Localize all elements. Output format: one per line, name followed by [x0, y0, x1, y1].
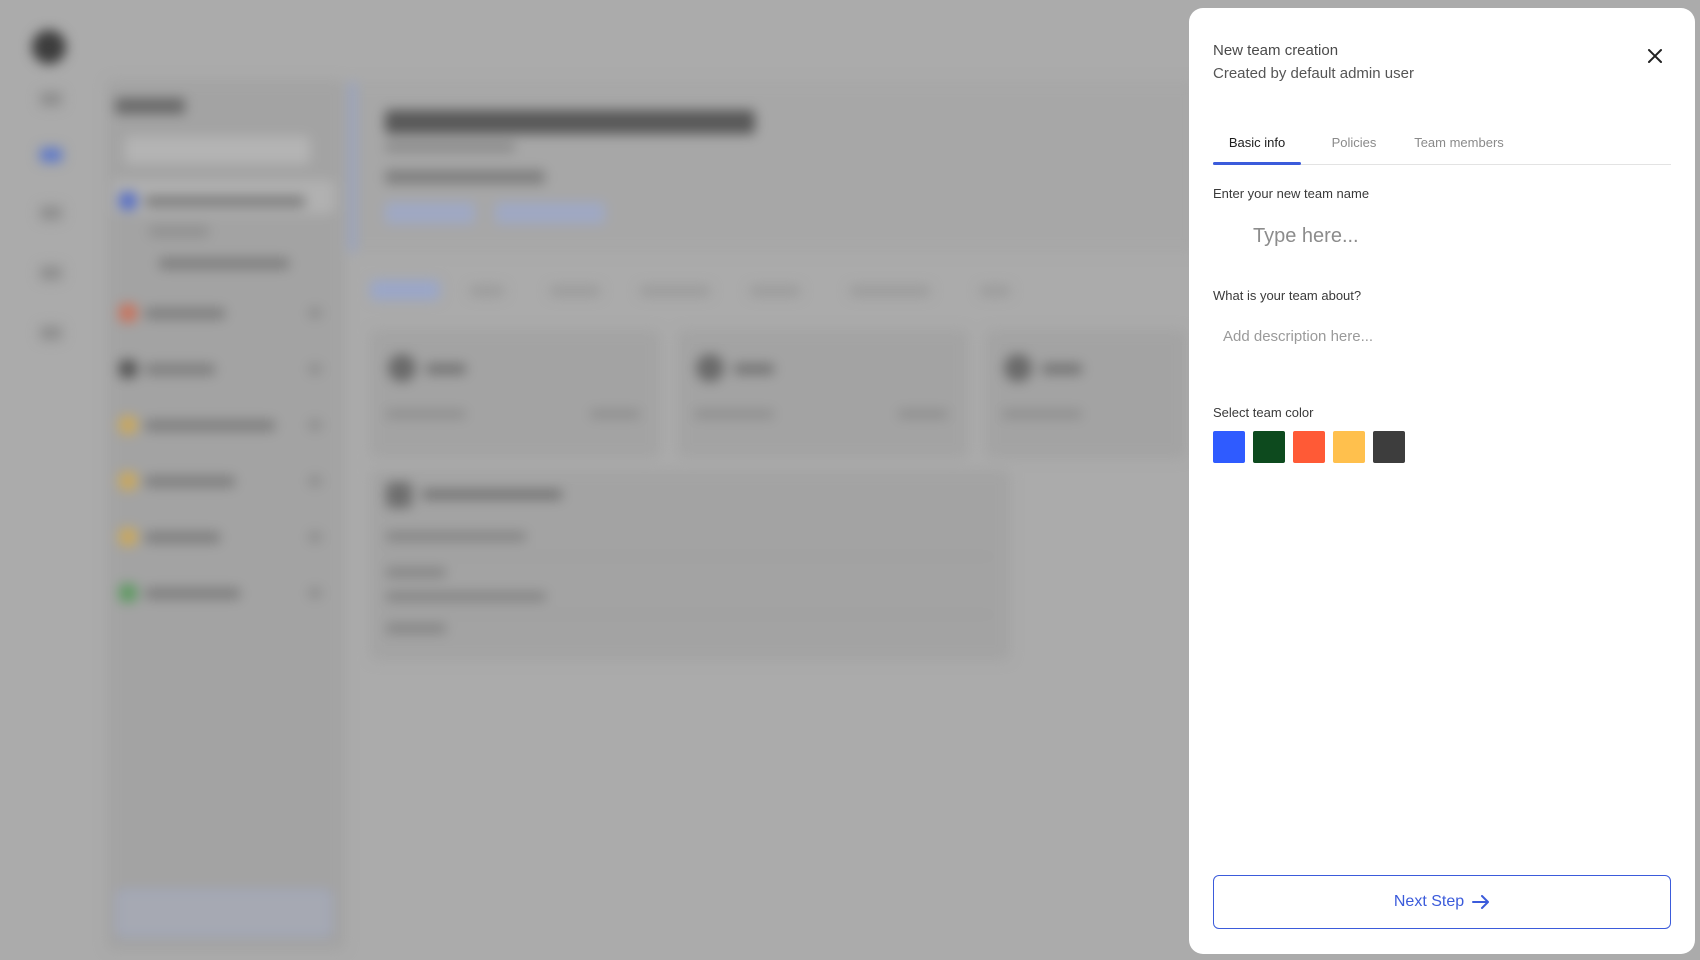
background-nav-rail	[0, 0, 100, 960]
background-sidebar-title	[115, 98, 185, 114]
background-card	[678, 330, 968, 458]
next-step-label: Next Step	[1393, 893, 1465, 910]
background-sidebar-button	[117, 890, 331, 936]
color-swatch-orange[interactable]	[1293, 431, 1325, 463]
background-team-row	[119, 186, 319, 216]
background-table	[370, 470, 1010, 660]
team-name-input[interactable]	[1213, 216, 1671, 256]
background-team-row	[119, 248, 319, 278]
panel-subtitle: Created by default admin user	[1213, 65, 1414, 82]
next-step-button[interactable]: Next Step	[1213, 875, 1671, 929]
background-card	[986, 330, 1186, 458]
background-card	[370, 330, 660, 458]
background-team-row	[119, 216, 319, 246]
close-button[interactable]	[1637, 38, 1673, 74]
background-logo	[32, 30, 66, 64]
background-team-row	[119, 298, 321, 328]
background-sidebar	[107, 80, 345, 950]
background-team-row	[119, 466, 321, 496]
background-team-row	[119, 578, 321, 608]
background-rail-icon	[40, 326, 62, 340]
background-search	[125, 136, 310, 164]
tab-basic-info[interactable]: Basic info	[1213, 120, 1301, 165]
tab-policies[interactable]: Policies	[1321, 120, 1387, 164]
arrow-right-icon	[1472, 895, 1490, 909]
background-rail-icon	[40, 206, 62, 220]
new-team-panel: New team creation Created by default adm…	[1189, 8, 1695, 954]
team-name-label: Enter your new team name	[1213, 186, 1370, 201]
background-rail-icon	[40, 92, 62, 106]
color-swatch-yellow[interactable]	[1333, 431, 1365, 463]
color-swatch-dark-gray[interactable]	[1373, 431, 1405, 463]
background-rail-icon	[40, 148, 62, 162]
panel-title: New team creation	[1213, 42, 1339, 59]
background-header	[350, 82, 1195, 252]
close-icon	[1648, 49, 1662, 63]
background-team-row	[119, 354, 321, 384]
background-team-row	[119, 410, 321, 440]
team-description-input[interactable]	[1213, 322, 1671, 382]
color-swatch-blue[interactable]	[1213, 431, 1245, 463]
team-description-label: What is your team about?	[1213, 288, 1362, 303]
team-color-label: Select team color	[1213, 405, 1314, 420]
color-swatch-dark-green[interactable]	[1253, 431, 1285, 463]
background-tabs	[360, 280, 1160, 304]
background-rail-icon	[40, 266, 62, 280]
tab-bar: Basic info Policies Team members	[1213, 120, 1671, 165]
background-team-row	[119, 522, 321, 552]
tab-team-members[interactable]: Team members	[1409, 120, 1509, 164]
